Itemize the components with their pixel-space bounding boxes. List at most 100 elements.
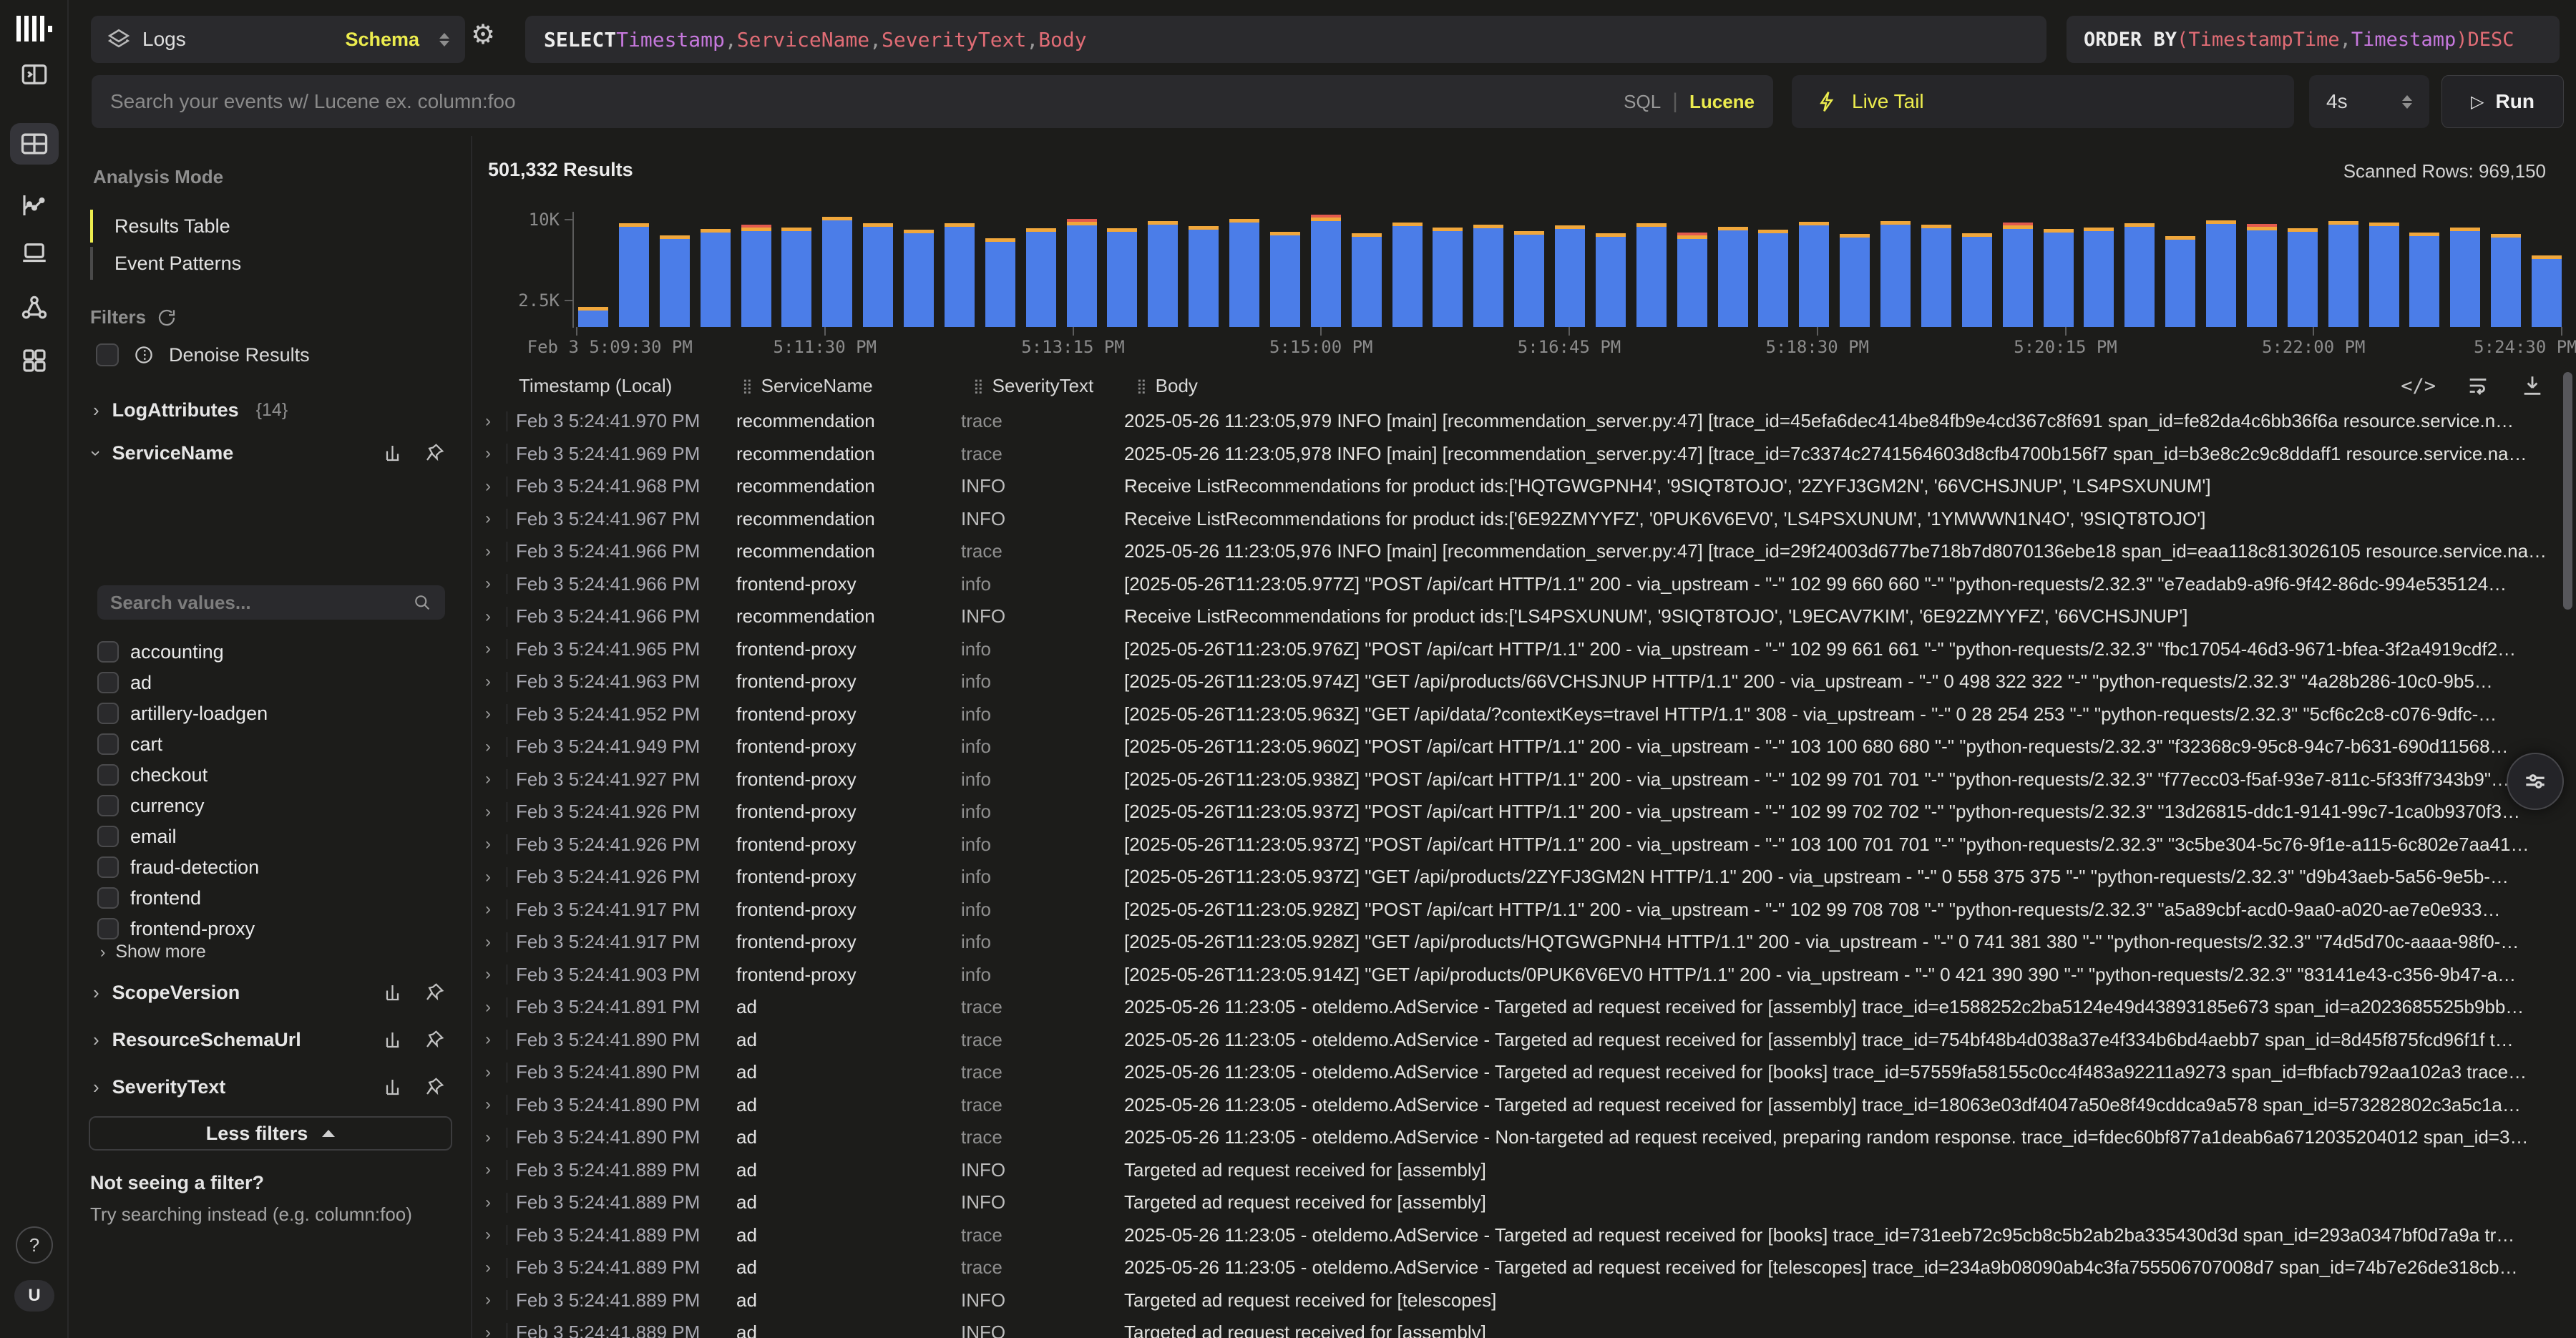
select-query-editor[interactable]: SELECT Timestamp, ServiceName, SeverityT…	[525, 16, 2046, 63]
language-sql[interactable]: SQL	[1624, 91, 1661, 113]
service-filter-item[interactable]: currency	[97, 791, 205, 821]
table-row[interactable]: › Feb 3 5:24:41.926 PM frontend-proxy in…	[472, 861, 2559, 894]
histogram-bar[interactable]	[1352, 233, 1382, 327]
column-header-severitytext[interactable]: ⣿SeverityText	[973, 375, 1136, 397]
bar-chart-icon[interactable]	[384, 982, 405, 1003]
table-row[interactable]: › Feb 3 5:24:41.927 PM frontend-proxy in…	[472, 763, 2559, 796]
expand-row-chevron[interactable]: ›	[472, 1063, 507, 1083]
service-filter-item[interactable]: accounting	[97, 637, 224, 667]
table-row[interactable]: › Feb 3 5:24:41.890 PM ad trace 2025-05-…	[472, 1024, 2559, 1057]
vertical-scrollbar[interactable]	[2563, 372, 2572, 610]
histogram-bar[interactable]	[1921, 225, 1951, 327]
expand-row-chevron[interactable]: ›	[472, 1323, 507, 1338]
source-settings-button[interactable]: ⚙	[471, 19, 495, 51]
expand-row-chevron[interactable]: ›	[472, 1160, 507, 1180]
histogram-bar[interactable]	[1555, 225, 1585, 327]
wrap-text-icon[interactable]	[2466, 373, 2490, 398]
histogram-bar[interactable]	[1270, 232, 1300, 327]
service-filter-item[interactable]: email	[97, 821, 177, 851]
histogram-bar[interactable]	[1596, 233, 1626, 327]
expand-row-chevron[interactable]: ›	[472, 1193, 507, 1213]
histogram-bar[interactable]	[1148, 221, 1178, 327]
expand-row-chevron[interactable]: ›	[472, 444, 507, 464]
table-row[interactable]: › Feb 3 5:24:41.926 PM frontend-proxy in…	[472, 829, 2559, 861]
table-row[interactable]: › Feb 3 5:24:41.963 PM frontend-proxy in…	[472, 665, 2559, 698]
bar-chart-icon[interactable]	[384, 1029, 405, 1050]
histogram-bar[interactable]	[619, 223, 649, 327]
sidebar-item-service-map[interactable]	[0, 290, 69, 325]
tab-event-patterns[interactable]: Event Patterns	[90, 245, 241, 282]
table-row[interactable]: › Feb 3 5:24:41.952 PM frontend-proxy in…	[472, 698, 2559, 731]
histogram-bar[interactable]	[1026, 228, 1056, 327]
histogram-bar[interactable]	[2206, 220, 2236, 327]
table-row[interactable]: › Feb 3 5:24:41.890 PM ad trace 2025-05-…	[472, 1089, 2559, 1122]
tab-results-table[interactable]: Results Table	[90, 207, 230, 245]
table-row[interactable]: › Feb 3 5:24:41.917 PM frontend-proxy in…	[472, 926, 2559, 959]
service-checkbox[interactable]	[97, 641, 119, 663]
histogram-bar[interactable]	[1311, 215, 1341, 327]
expand-row-chevron[interactable]: ›	[472, 867, 507, 887]
histogram-bar[interactable]	[781, 228, 811, 327]
histogram-bar[interactable]	[1880, 221, 1911, 327]
expand-row-chevron[interactable]: ›	[472, 802, 507, 822]
search-input[interactable]	[110, 90, 1624, 113]
table-row[interactable]: › Feb 3 5:24:41.970 PM recommendation tr…	[472, 405, 2559, 438]
expand-row-chevron[interactable]: ›	[472, 737, 507, 757]
table-row[interactable]: › Feb 3 5:24:41.967 PM recommendation IN…	[472, 503, 2559, 536]
histogram-bar[interactable]	[1107, 228, 1137, 327]
table-row[interactable]: › Feb 3 5:24:41.890 PM ad trace 2025-05-…	[472, 1056, 2559, 1089]
interval-stepper[interactable]: 4s	[2309, 75, 2429, 128]
histogram-bar[interactable]	[1840, 234, 1870, 327]
expand-row-chevron[interactable]: ›	[472, 542, 507, 562]
pin-icon[interactable]	[424, 982, 445, 1003]
service-filter-item[interactable]: frontend	[97, 883, 201, 913]
histogram-bar[interactable]	[822, 217, 852, 327]
less-filters-button[interactable]: Less filters	[89, 1116, 452, 1151]
filter-group-logattributes[interactable]: › LogAttributes {14}	[93, 392, 288, 428]
histogram-bar[interactable]	[1758, 230, 1788, 327]
sidebar-item-search-logs[interactable]	[0, 127, 69, 161]
table-row[interactable]: › Feb 3 5:24:41.889 PM ad trace 2025-05-…	[472, 1251, 2559, 1284]
histogram-bar[interactable]	[1433, 228, 1463, 327]
histogram-bar[interactable]	[1229, 219, 1259, 327]
expand-row-chevron[interactable]: ›	[472, 607, 507, 627]
histogram-bar[interactable]	[1067, 219, 1097, 327]
denoise-results-toggle[interactable]: Denoise Results	[96, 343, 310, 366]
filter-group-servicename[interactable]: › ServiceName	[93, 435, 471, 471]
drag-handle-icon[interactable]: ⣿	[973, 377, 984, 395]
sidebar-item-chart-explorer[interactable]	[0, 188, 69, 223]
table-row[interactable]: › Feb 3 5:24:41.966 PM recommendation tr…	[472, 535, 2559, 568]
table-row[interactable]: › Feb 3 5:24:41.891 PM ad trace 2025-05-…	[472, 991, 2559, 1024]
table-row[interactable]: › Feb 3 5:24:41.965 PM frontend-proxy in…	[472, 633, 2559, 666]
histogram-bar[interactable]	[1677, 233, 1707, 327]
histogram-bar[interactable]	[2247, 224, 2277, 327]
download-icon[interactable]	[2520, 373, 2545, 398]
filter-group[interactable]: › ResourceSchemaUrl	[93, 1022, 471, 1058]
table-row[interactable]: › Feb 3 5:24:41.889 PM ad INFO Targeted …	[472, 1154, 2559, 1187]
bar-chart-icon[interactable]	[384, 442, 405, 464]
pin-icon[interactable]	[424, 1029, 445, 1050]
expand-row-chevron[interactable]: ›	[472, 834, 507, 854]
histogram-bar[interactable]	[741, 225, 771, 327]
column-settings-floating-button[interactable]	[2507, 753, 2564, 810]
table-row[interactable]: › Feb 3 5:24:41.889 PM ad INFO Targeted …	[472, 1284, 2559, 1317]
expand-row-chevron[interactable]: ›	[472, 1290, 507, 1310]
histogram-bar[interactable]	[2124, 223, 2155, 327]
histogram-bar[interactable]	[2003, 223, 2033, 327]
user-avatar[interactable]: U	[0, 1278, 69, 1314]
orderby-clause-editor[interactable]: ORDER BY (TimestampTime, Timestamp) DESC	[2067, 16, 2560, 63]
service-checkbox[interactable]	[97, 764, 119, 786]
table-row[interactable]: › Feb 3 5:24:41.889 PM ad INFO Targeted …	[472, 1317, 2559, 1338]
histogram-bar[interactable]	[660, 235, 690, 327]
expand-row-chevron[interactable]: ›	[472, 899, 507, 919]
table-row[interactable]: › Feb 3 5:24:41.966 PM recommendation IN…	[472, 600, 2559, 633]
drag-handle-icon[interactable]: ⣿	[742, 377, 753, 395]
language-lucene[interactable]: Lucene	[1689, 91, 1755, 113]
expand-row-chevron[interactable]: ›	[472, 509, 507, 529]
table-row[interactable]: › Feb 3 5:24:41.969 PM recommendation tr…	[472, 438, 2559, 471]
service-filter-item[interactable]: frontend-proxy	[97, 914, 255, 944]
service-checkbox[interactable]	[97, 856, 119, 878]
histogram-bar[interactable]	[578, 307, 608, 327]
histogram-bar[interactable]	[2084, 228, 2114, 327]
service-filter-item[interactable]: cart	[97, 729, 162, 759]
